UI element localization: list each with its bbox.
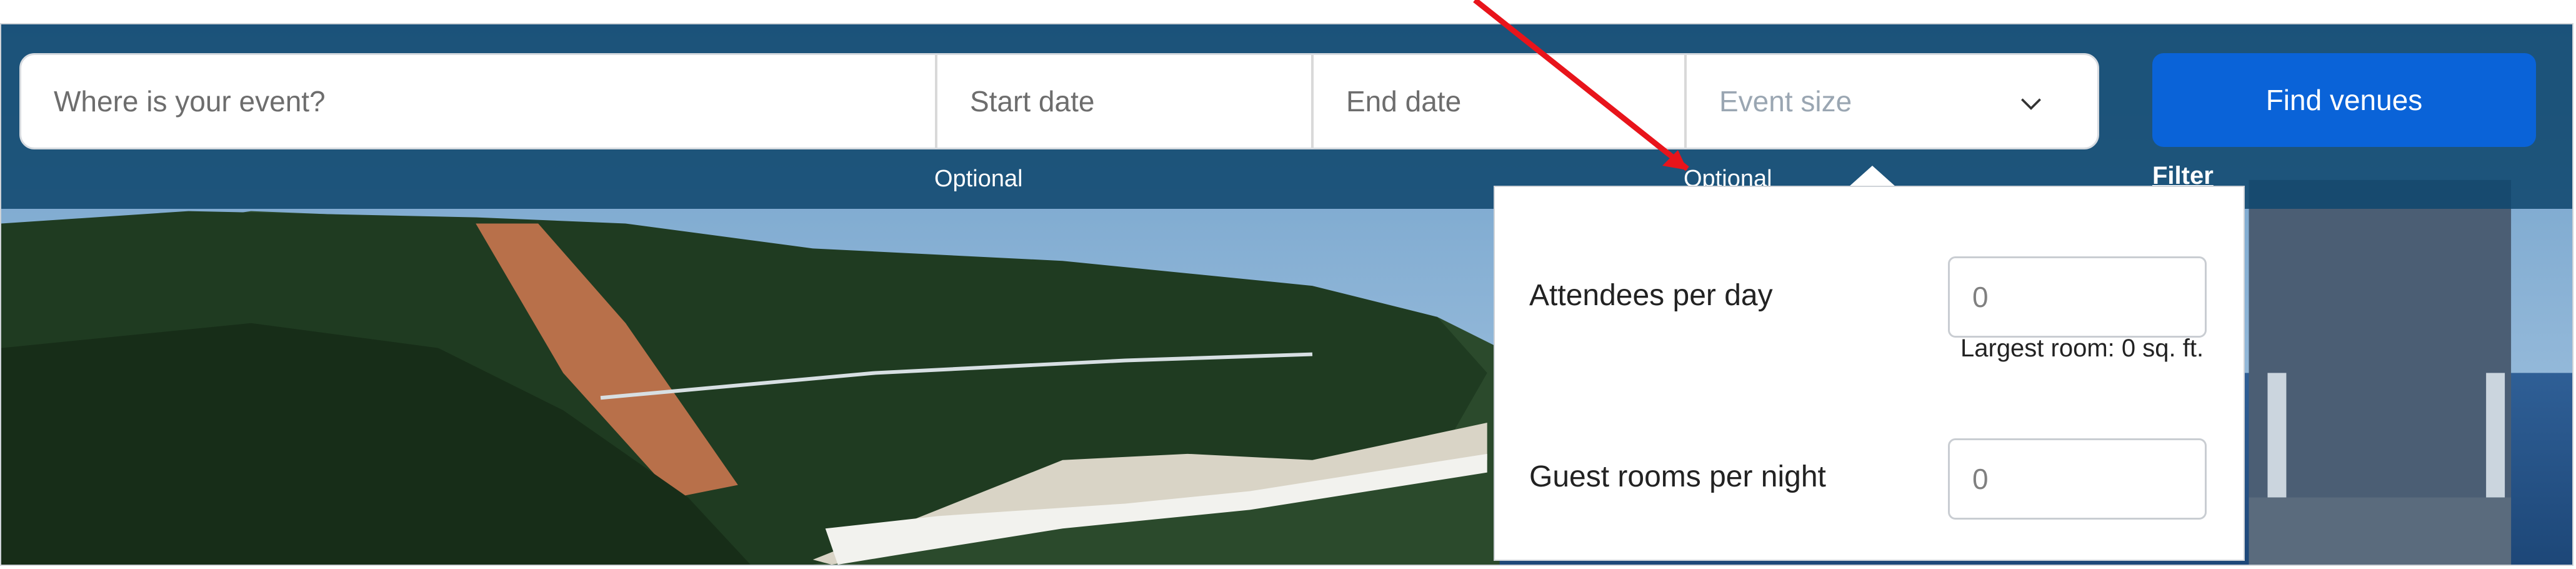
- end-date-input[interactable]: [1314, 55, 1684, 148]
- location-input[interactable]: [21, 55, 935, 148]
- end-date-field[interactable]: [1314, 55, 1687, 148]
- event-size-placeholder: Event size: [1719, 85, 1852, 118]
- search-bar-container: Event size Find venues Optional Optional…: [1, 24, 2572, 209]
- guest-rooms-per-night-input[interactable]: [1948, 438, 2207, 520]
- event-size-popover: Attendees per day Largest room: 0 sq. ft…: [1494, 186, 2245, 561]
- attendees-per-day-input[interactable]: [1948, 256, 2207, 338]
- find-venues-button[interactable]: Find venues: [2152, 53, 2536, 147]
- start-date-field[interactable]: [937, 55, 1314, 148]
- guest-rooms-per-night-label: Guest rooms per night: [1529, 460, 1826, 493]
- chevron-down-icon[interactable]: [2017, 90, 2045, 118]
- popover-caret: [1849, 166, 1896, 187]
- start-date-optional-hint: Optional: [934, 166, 1023, 192]
- largest-room-note: Largest room: 0 sq. ft.: [1960, 335, 2204, 362]
- attendees-per-day-label: Attendees per day: [1529, 279, 1773, 312]
- location-field[interactable]: [21, 55, 937, 148]
- start-date-input[interactable]: [937, 55, 1311, 148]
- event-size-dropdown[interactable]: Event size: [1687, 55, 2097, 148]
- search-form: Event size: [19, 53, 2099, 149]
